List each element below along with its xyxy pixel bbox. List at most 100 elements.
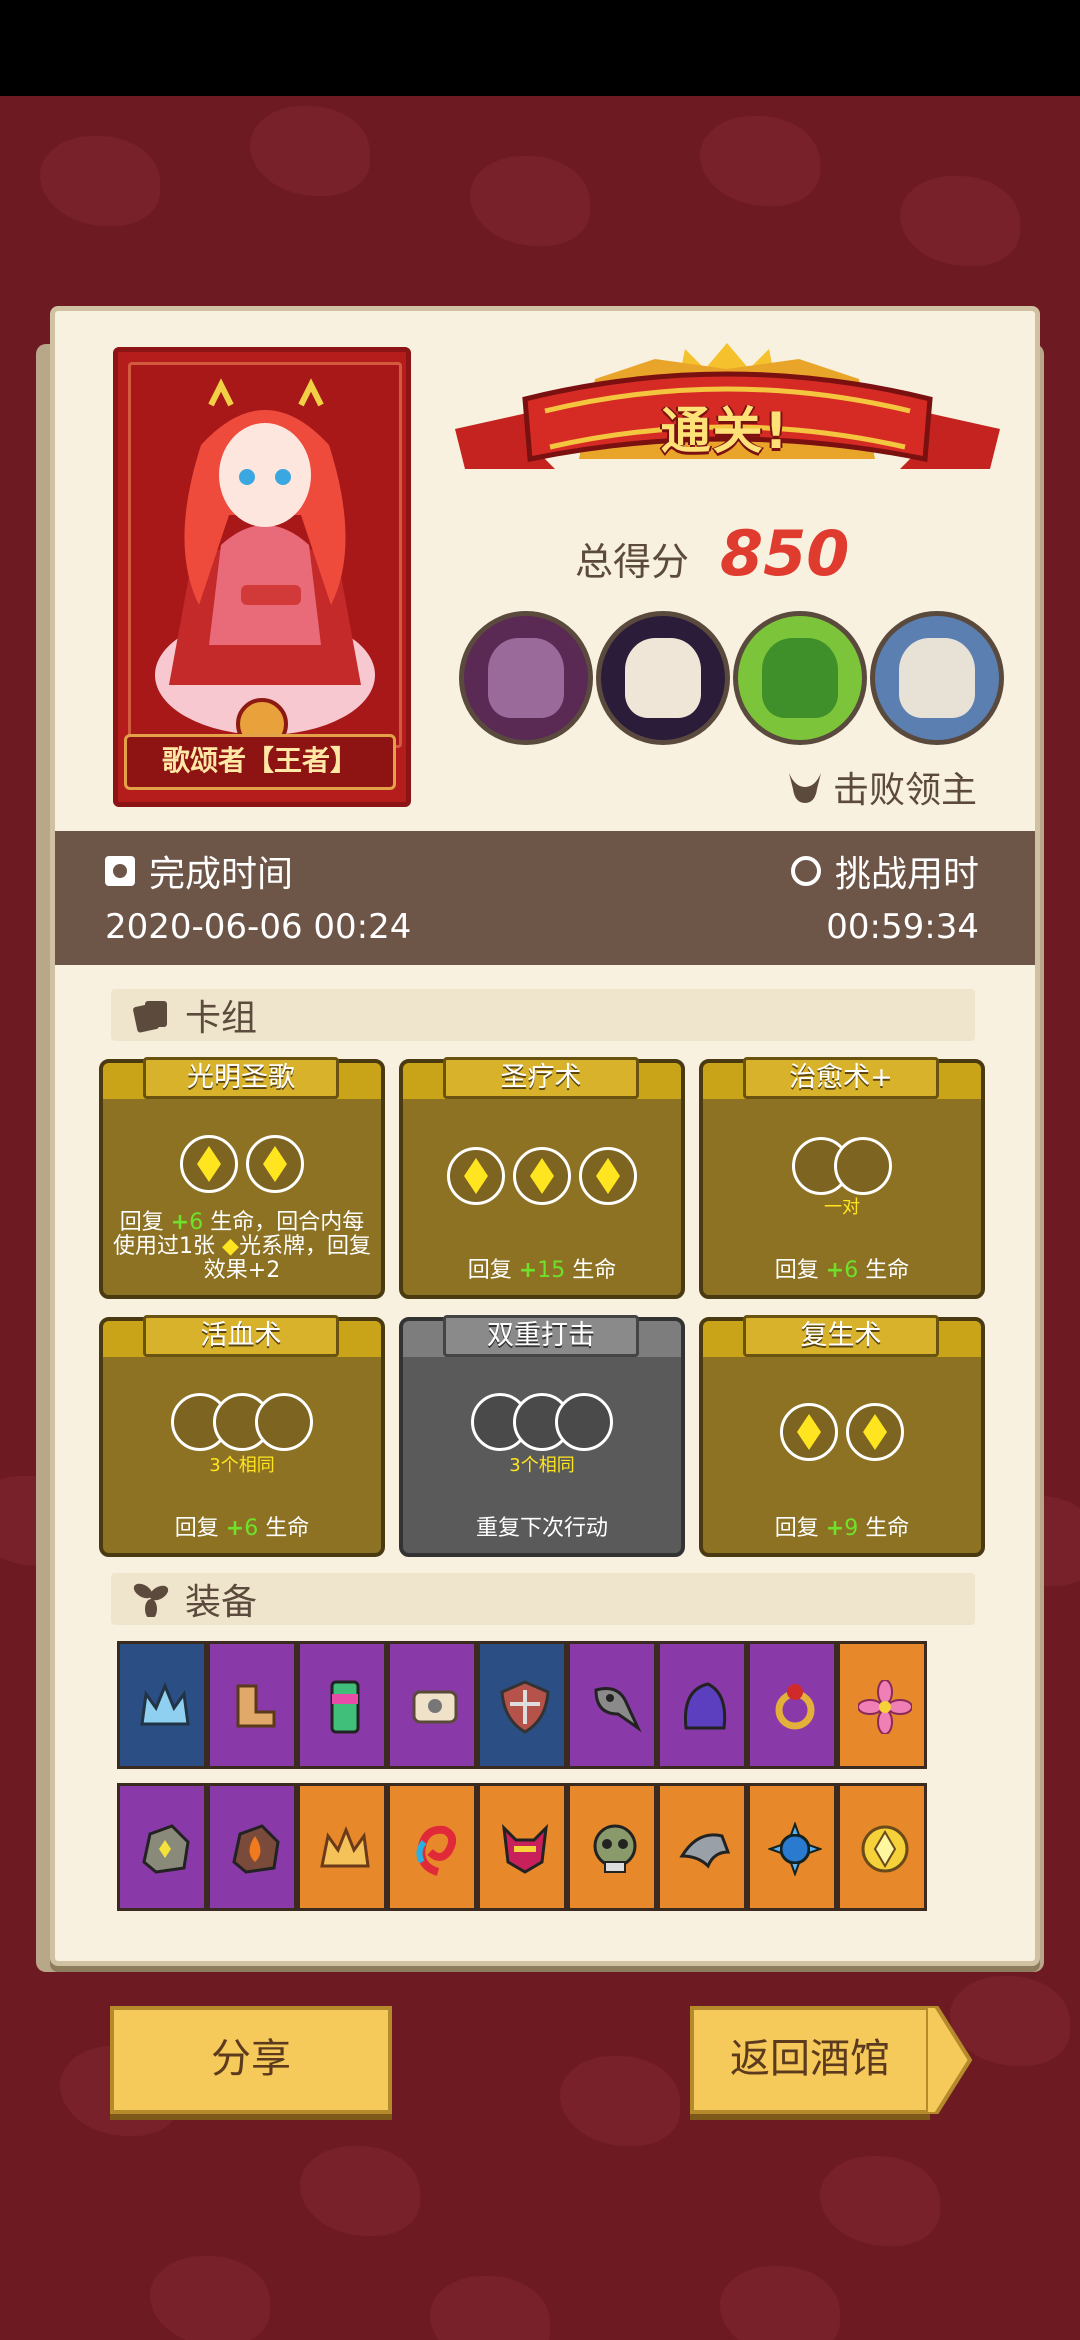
equipment-slot[interactable] [837,1641,927,1769]
spiked-ball-icon [768,1822,822,1876]
dice-slots [103,1135,381,1193]
light-gem-slot-icon [579,1147,637,1205]
skill-card-1[interactable]: 光明圣歌 回复 +6 生命，回合内每使用过1张 ◆光系牌，回复效果+2 [99,1057,385,1299]
horned-helmet-icon [788,773,821,803]
crown-shard-icon [320,1825,370,1868]
skill-card-desc: 回复 +15 生命 [467,1258,617,1283]
equipment-row-1 [117,1641,927,1769]
film-icon [105,856,135,886]
equipment-slot[interactable] [477,1641,567,1769]
equipment-slot[interactable] [657,1641,747,1769]
goblin-king-icon [762,638,838,718]
duration-label-row: 挑战用时 [790,845,979,897]
slot-requirement: 一对 [824,1197,860,1218]
cards-icon [133,1001,167,1033]
boss-portrait-4 [870,611,1004,745]
equipment-slot[interactable] [387,1783,477,1911]
skill-card-4[interactable]: 活血术 3个相同 回复 +6 生命 [99,1315,385,1557]
finish-time-label: 完成时间 [149,854,294,895]
skill-card-title: 双重打击 [443,1315,639,1357]
dice-slots [703,1137,981,1195]
equipment-slot[interactable] [477,1783,567,1911]
equipment-slot[interactable] [207,1641,297,1769]
equipment-slot[interactable] [657,1783,747,1911]
clear-banner: 通关! [455,339,1000,499]
crown-icon [140,1682,190,1726]
equipment-slot[interactable] [297,1783,387,1911]
skill-card-desc: 回复 +9 生命 [774,1516,910,1541]
scroll-icon [412,1690,458,1724]
result-panel: 歌颂者【王者】 通关! 总得分 850 击败领主 完成时间 2020-06-06… [50,306,1040,1966]
finish-time-value: 2020-06-06 00:24 [105,907,412,947]
light-gem-slot-icon [180,1135,238,1193]
skill-card-title: 治愈术+ [743,1057,939,1099]
rock-icon [142,1824,190,1874]
boots-icon [236,1684,276,1728]
equipment-slot[interactable] [117,1641,207,1769]
hero-portrait [128,362,402,748]
time-band: 完成时间 2020-06-06 00:24 挑战用时 00:59:34 [55,831,1035,965]
clear-title: 通关! [660,402,790,460]
defeat-lords: 击败领主 [785,761,977,813]
skill-card-2[interactable]: 圣疗术 回复 +15 生命 [399,1057,685,1299]
skill-card-desc: 回复 +6 生命 [174,1516,310,1541]
skill-card-desc: 回复 +6 生命，回合内每使用过1张 ◆光系牌，回复效果+2 [113,1210,371,1283]
equipment-slot[interactable] [747,1783,837,1911]
share-button[interactable]: 分享 [110,2006,392,2114]
hood-icon [683,1682,727,1730]
hero-illustration-icon [155,378,375,735]
deck-header: 卡组 [111,989,975,1041]
finish-time-label-row: 完成时间 [105,845,293,897]
gem-icon [861,1825,909,1873]
equipment-slot[interactable] [837,1783,927,1911]
boss-portrait-1 [459,611,593,745]
stopwatch-icon [790,856,821,886]
light-gem-slot-icon [246,1135,304,1193]
equipment-slot[interactable] [567,1783,657,1911]
empty-slot-icon [555,1393,613,1451]
demon-mask-icon [502,1823,548,1874]
skill-card-title: 圣疗术 [443,1057,639,1099]
equipment-slot[interactable] [747,1641,837,1769]
skill-card-6[interactable]: 复生术 回复 +9 生命 [699,1315,985,1557]
plague-mask-icon [594,1687,642,1733]
score-label: 总得分 [575,540,690,584]
dice-slots [403,1393,681,1451]
dice-slots [103,1393,381,1451]
equipment-row-2 [117,1783,927,1911]
boss-portrait-3 [733,611,867,745]
equipment-slot[interactable] [387,1641,477,1769]
skill-card-title: 活血术 [143,1315,339,1357]
light-gem-slot-icon [447,1147,505,1205]
empty-slot-icon [834,1137,892,1195]
skill-card-desc: 回复 +6 生命 [774,1258,910,1283]
equipment-header: 装备 [111,1573,975,1625]
back-to-tavern-button[interactable]: 返回酒馆 [690,2006,930,2114]
shark-icon [679,1833,731,1869]
stone-golem-icon [488,638,564,718]
status-bar [0,0,1080,96]
red-hook-icon [416,1825,457,1876]
equipment-title: 装备 [185,1582,258,1623]
dice-slots [403,1147,681,1205]
skill-card-5[interactable]: 双重打击 3个相同 重复下次行动 [399,1315,685,1557]
skill-card-3[interactable]: 治愈术+ 一对 回复 +6 生命 [699,1057,985,1299]
equipment-slot[interactable] [297,1641,387,1769]
light-gem-slot-icon [780,1403,838,1461]
skill-card-desc: 重复下次行动 [475,1516,608,1541]
skull-king-icon [625,638,701,718]
duration-label: 挑战用时 [834,854,979,895]
flower-icon [858,1680,912,1734]
hero-card: 歌颂者【王者】 [113,347,411,807]
boss-portrait-2 [596,611,730,745]
slot-requirement: 3个相同 [509,1455,575,1476]
dragon-skull-icon [899,638,975,718]
equipment-slot[interactable] [207,1783,297,1911]
defeat-label: 击败领主 [832,770,977,811]
skill-card-title: 光明圣歌 [143,1057,339,1099]
equipment-slot[interactable] [117,1783,207,1911]
skill-card-title: 复生术 [743,1315,939,1357]
equipment-slot[interactable] [567,1641,657,1769]
dice-slots [703,1403,981,1461]
back-button-arrow-icon [926,2006,973,2114]
